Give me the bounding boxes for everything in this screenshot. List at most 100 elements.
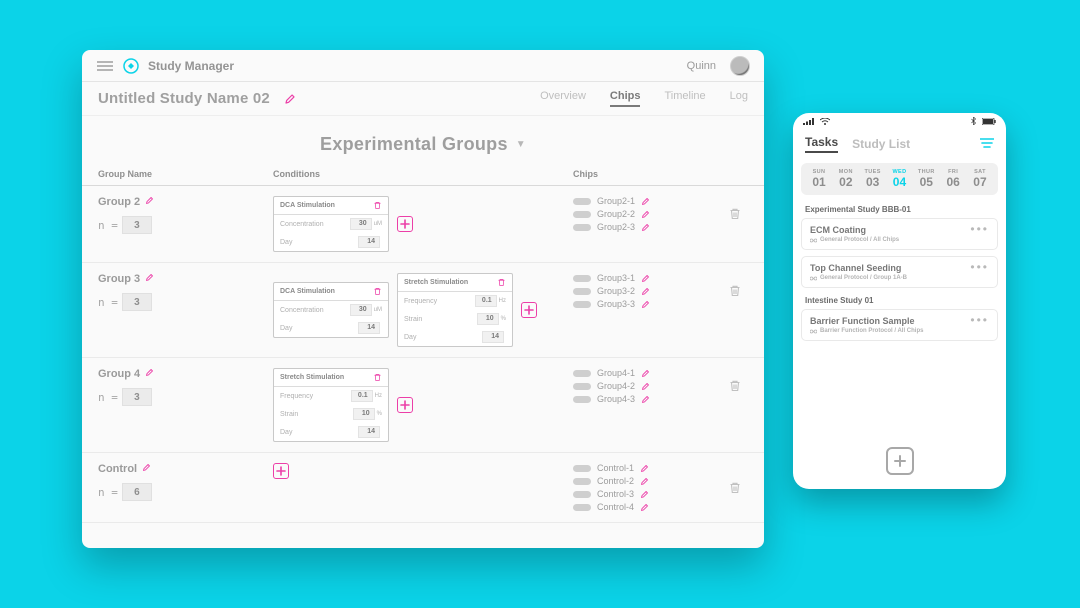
top-bar: Study Manager Quinn bbox=[82, 50, 764, 82]
add-condition-button[interactable] bbox=[521, 302, 537, 318]
field-value[interactable]: 14 bbox=[482, 331, 504, 343]
link-icon bbox=[810, 329, 817, 334]
chip-slot-icon bbox=[573, 491, 591, 498]
day-number: 02 bbox=[839, 175, 852, 189]
chip-slot-icon bbox=[573, 478, 591, 485]
edit-group-icon[interactable] bbox=[145, 368, 157, 380]
delete-condition-icon[interactable] bbox=[373, 201, 382, 210]
link-icon bbox=[810, 238, 817, 243]
chip-slot-icon bbox=[573, 224, 591, 231]
chip-row: Group2-1 bbox=[573, 196, 650, 206]
edit-chip-icon[interactable] bbox=[640, 490, 649, 499]
delete-group-icon[interactable] bbox=[728, 207, 742, 221]
delete-condition-icon[interactable] bbox=[373, 373, 382, 382]
field-value[interactable]: 30 bbox=[350, 218, 372, 230]
edit-chip-icon[interactable] bbox=[641, 382, 650, 391]
field-value[interactable]: 10 bbox=[477, 313, 499, 325]
field-value[interactable]: 14 bbox=[358, 322, 380, 334]
chip-slot-icon bbox=[573, 211, 591, 218]
chip-row: Group3-1 bbox=[573, 273, 650, 283]
condition-card: Stretch Stimulation Frequency 0.1 HzStra… bbox=[397, 273, 513, 347]
edit-chip-icon[interactable] bbox=[640, 503, 649, 512]
edit-group-icon[interactable] bbox=[142, 463, 154, 475]
edit-chip-icon[interactable] bbox=[641, 210, 650, 219]
col-header-conditions: Conditions bbox=[273, 169, 573, 179]
edit-chip-icon[interactable] bbox=[640, 464, 649, 473]
filter-icon[interactable] bbox=[980, 135, 994, 153]
edit-chip-icon[interactable] bbox=[641, 395, 650, 404]
edit-chip-icon[interactable] bbox=[641, 274, 650, 283]
groups-list: Group 2 n = 3DCA Stimulation Concentrati… bbox=[82, 186, 764, 523]
task-card[interactable]: Top Channel Seeding General Protocol / G… bbox=[801, 256, 998, 288]
chip-row: Group3-3 bbox=[573, 299, 650, 309]
field-label: Frequency bbox=[404, 298, 437, 305]
tab-log[interactable]: Log bbox=[730, 90, 748, 107]
chip-row: Group2-2 bbox=[573, 209, 650, 219]
edit-group-icon[interactable] bbox=[145, 196, 157, 208]
field-label: Strain bbox=[280, 411, 298, 418]
task-meta: General Protocol / Group 1A-B bbox=[810, 275, 907, 281]
field-value[interactable]: 0.1 bbox=[351, 390, 373, 402]
field-value[interactable]: 14 bbox=[358, 236, 380, 248]
task-card[interactable]: Barrier Function Sample Barrier Function… bbox=[801, 309, 998, 341]
section-title: Intestine Study 01 bbox=[793, 294, 1006, 309]
edit-chip-icon[interactable] bbox=[641, 223, 650, 232]
n-value[interactable]: 3 bbox=[122, 293, 152, 311]
task-menu-icon[interactable]: ••• bbox=[970, 225, 989, 233]
delete-group-icon[interactable] bbox=[728, 284, 742, 298]
tab-overview[interactable]: Overview bbox=[540, 90, 586, 107]
add-condition-button[interactable] bbox=[273, 463, 289, 479]
calendar-day[interactable]: FRI 06 bbox=[941, 169, 965, 189]
task-menu-icon[interactable]: ••• bbox=[970, 263, 989, 271]
chip-row: Control-1 bbox=[573, 463, 649, 473]
page-title-dropdown[interactable]: Experimental Groups ▼ bbox=[82, 116, 764, 165]
add-condition-button[interactable] bbox=[397, 397, 413, 413]
field-value[interactable]: 14 bbox=[358, 426, 380, 438]
field-value[interactable]: 30 bbox=[350, 304, 372, 316]
page-title-text: Experimental Groups bbox=[320, 134, 508, 155]
menu-icon[interactable] bbox=[96, 57, 114, 75]
edit-chip-icon[interactable] bbox=[641, 300, 650, 309]
field-label: Day bbox=[280, 239, 292, 246]
calendar-day[interactable]: SUN 01 bbox=[807, 169, 831, 189]
edit-title-icon[interactable] bbox=[284, 93, 296, 105]
add-condition-button[interactable] bbox=[397, 216, 413, 232]
chip-row: Group4-3 bbox=[573, 394, 650, 404]
add-task-button[interactable] bbox=[886, 447, 914, 475]
field-value[interactable]: 0.1 bbox=[475, 295, 497, 307]
tab-timeline[interactable]: Timeline bbox=[664, 90, 705, 107]
edit-chip-icon[interactable] bbox=[641, 369, 650, 378]
edit-chip-icon[interactable] bbox=[640, 477, 649, 486]
delete-condition-icon[interactable] bbox=[373, 287, 382, 296]
calendar-day[interactable]: THUR 05 bbox=[914, 169, 938, 189]
field-label: Strain bbox=[404, 316, 422, 323]
n-value[interactable]: 6 bbox=[122, 483, 152, 501]
n-label: n = bbox=[98, 219, 118, 232]
task-card[interactable]: ECM Coating General Protocol / All Chips… bbox=[801, 218, 998, 250]
chip-row: Control-2 bbox=[573, 476, 649, 486]
field-label: Frequency bbox=[280, 393, 313, 400]
calendar-day[interactable]: TUES 03 bbox=[861, 169, 885, 189]
edit-chip-icon[interactable] bbox=[641, 197, 650, 206]
edit-group-icon[interactable] bbox=[145, 273, 157, 285]
group-row: Control n = 6 Control-1 Control-2 Contro… bbox=[82, 453, 764, 523]
delete-group-icon[interactable] bbox=[728, 379, 742, 393]
n-value[interactable]: 3 bbox=[122, 388, 152, 406]
calendar-day[interactable]: SAT 07 bbox=[968, 169, 992, 189]
edit-chip-icon[interactable] bbox=[641, 287, 650, 296]
calendar-day[interactable]: MON 02 bbox=[834, 169, 858, 189]
field-value[interactable]: 10 bbox=[353, 408, 375, 420]
calendar-day[interactable]: WED 04 bbox=[887, 169, 911, 189]
delete-group-icon[interactable] bbox=[728, 481, 742, 495]
tab-tasks[interactable]: Tasks bbox=[805, 135, 838, 153]
app-title: Study Manager bbox=[148, 59, 679, 73]
tab-study-list[interactable]: Study List bbox=[852, 137, 910, 151]
chip-slot-icon bbox=[573, 396, 591, 403]
delete-condition-icon[interactable] bbox=[497, 278, 506, 287]
group-name: Group 3 bbox=[98, 273, 140, 285]
n-value[interactable]: 3 bbox=[122, 216, 152, 234]
chip-row: Control-4 bbox=[573, 502, 649, 512]
task-menu-icon[interactable]: ••• bbox=[970, 316, 989, 324]
avatar[interactable] bbox=[730, 56, 750, 76]
tab-chips[interactable]: Chips bbox=[610, 90, 641, 107]
